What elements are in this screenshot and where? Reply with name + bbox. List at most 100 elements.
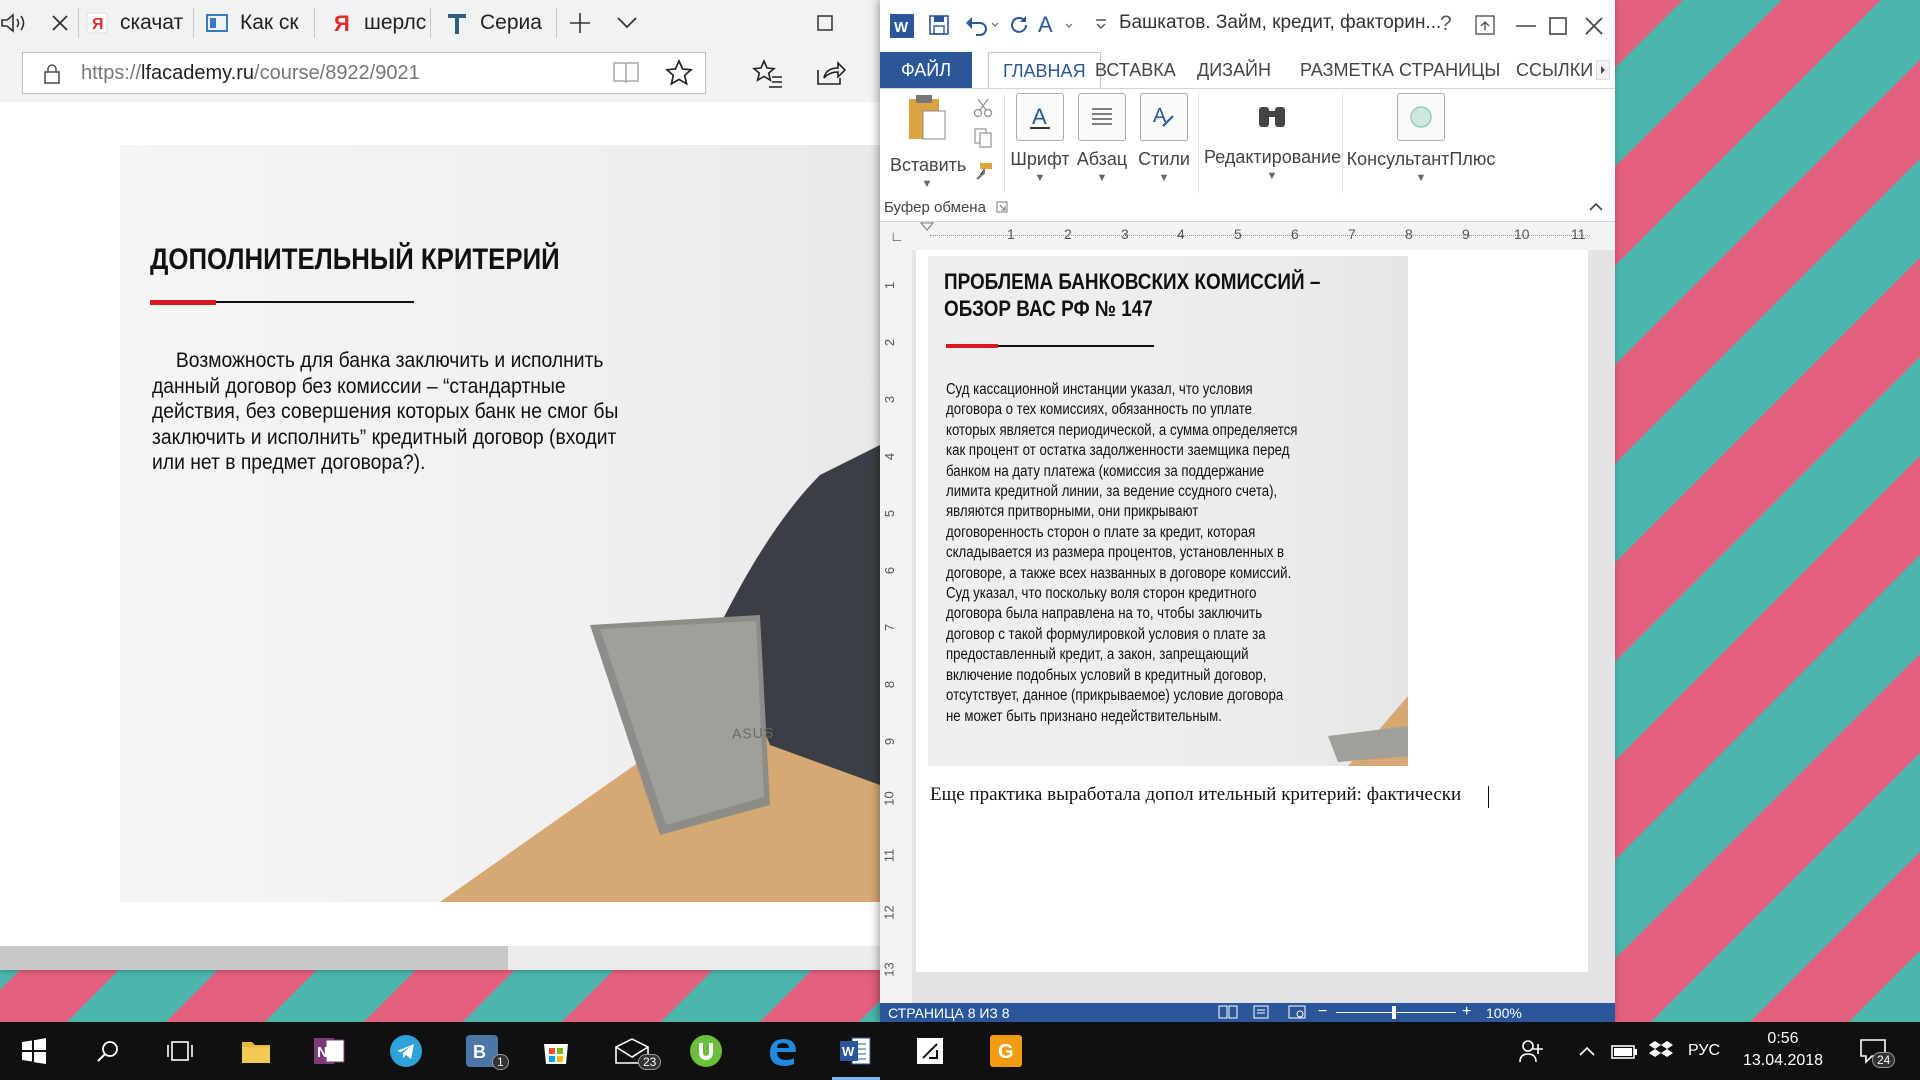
favorites-list-icon[interactable] <box>752 58 784 88</box>
tab-kak-sk[interactable]: Как ск <box>204 0 299 46</box>
mail-button[interactable]: 23 <box>602 1022 662 1080</box>
utorrent-button[interactable] <box>676 1022 736 1080</box>
font-group-button[interactable]: A Шрифт ▼ <box>1010 93 1070 184</box>
language-indicator[interactable]: РУС <box>1688 1022 1720 1080</box>
slide-body: Возможность для банка заключить и исполн… <box>152 349 619 474</box>
save-icon[interactable] <box>928 14 950 36</box>
undo-icon[interactable] <box>964 14 1000 36</box>
svg-text:Я: Я <box>334 12 350 34</box>
tab-seria[interactable]: Сериа <box>444 0 542 46</box>
ruler-number: 6 <box>882 566 898 575</box>
zoom-slider-thumb[interactable] <box>1392 1006 1396 1019</box>
dropbox-icon[interactable] <box>1648 1022 1674 1080</box>
new-tab-icon[interactable] <box>568 0 592 46</box>
clock[interactable]: 0:56 13.04.2018 <box>1738 1028 1828 1072</box>
tab-skachat[interactable]: Я скачат <box>84 0 183 46</box>
telegram-button[interactable] <box>376 1022 436 1080</box>
close-tab-icon[interactable] <box>50 0 70 46</box>
edge-button[interactable] <box>752 1022 812 1080</box>
zoom-slider[interactable] <box>1336 1012 1456 1013</box>
collapse-ribbon-icon[interactable] <box>1588 201 1604 213</box>
redo-icon[interactable] <box>1008 14 1030 36</box>
tab-selector-icon[interactable]: ∟ <box>890 228 904 244</box>
page-count[interactable]: СТРАНИЦА 8 ИЗ 8 <box>888 1005 1010 1021</box>
start-button[interactable] <box>4 1022 64 1080</box>
ruler-number: 7 <box>1348 226 1356 242</box>
tabs-scroll-right-icon[interactable] <box>1596 60 1610 80</box>
vertical-ruler[interactable]: 1 2 3 4 5 6 7 8 9 10 11 12 13 <box>880 250 912 1010</box>
task-view-icon <box>167 1041 193 1061</box>
tray-overflow-chevron-icon[interactable] <box>1578 1022 1596 1080</box>
pdf-editor-button[interactable]: G <box>976 1022 1036 1080</box>
zoom-in-icon[interactable]: + <box>1462 1003 1471 1021</box>
clipboard-group-label: Буфер обмена <box>884 199 986 216</box>
maximize-icon[interactable] <box>1548 16 1568 36</box>
battery-icon[interactable] <box>1610 1022 1638 1080</box>
embedded-slide-image[interactable]: ПРОБЛЕМА БАНКОВСКИХ КОМИССИЙ – ОБЗОР ВАС… <box>928 256 1408 766</box>
word-taskbar-button[interactable]: W <box>826 1022 886 1080</box>
consultant-plus-button[interactable]: КонсультантПлюс ▼ <box>1346 93 1496 184</box>
print-layout-icon[interactable] <box>1252 1005 1270 1019</box>
tab-sherls[interactable]: Я шерлс <box>328 0 426 46</box>
share-icon[interactable] <box>814 58 846 88</box>
zoom-out-icon[interactable]: − <box>1318 1003 1327 1021</box>
document-text[interactable]: Еще практика выработала допол ительный к… <box>930 784 1461 806</box>
clipboard-launcher-icon[interactable] <box>996 201 1008 213</box>
snipping-tool-button[interactable] <box>900 1022 960 1080</box>
vk-badge: 1 <box>492 1054 509 1070</box>
editing-group-button[interactable]: Редактирование ▼ <box>1204 93 1341 182</box>
paste-button[interactable]: Вставить ▼ <box>890 93 966 190</box>
tab-label: Сериа <box>480 11 542 34</box>
maximize-icon[interactable] <box>816 0 834 46</box>
audio-icon[interactable] <box>0 0 28 46</box>
close-icon[interactable] <box>1584 16 1604 36</box>
document-page[interactable]: ПРОБЛЕМА БАНКОВСКИХ КОМИССИЙ – ОБЗОР ВАС… <box>916 250 1588 972</box>
ruler-number: 11 <box>1571 226 1586 242</box>
reading-view-icon[interactable] <box>611 60 641 86</box>
ruler-number: 5 <box>882 509 898 518</box>
ribbon-display-icon[interactable] <box>1474 14 1496 36</box>
status-bar: СТРАНИЦА 8 ИЗ 8 − + 100% <box>880 1003 1615 1022</box>
text-cursor <box>1488 786 1489 808</box>
styles-group-button[interactable]: A Стили ▼ <box>1134 93 1194 184</box>
search-button[interactable] <box>78 1022 138 1080</box>
action-center-icon[interactable] <box>1858 1022 1888 1080</box>
read-mode-icon[interactable] <box>1218 1005 1238 1019</box>
cut-icon[interactable] <box>972 97 994 119</box>
indent-marker-icon[interactable] <box>920 222 934 236</box>
paragraph-group-button[interactable]: Абзац ▼ <box>1072 93 1132 184</box>
file-explorer-button[interactable] <box>226 1022 286 1080</box>
horizontal-ruler[interactable]: ∟ 1 2 3 4 5 6 7 8 9 10 11 <box>880 222 1615 250</box>
paragraph-icon <box>1078 93 1126 141</box>
tab-insert[interactable]: ВСТАВКА <box>1095 52 1176 88</box>
people-icon[interactable] <box>1518 1022 1546 1080</box>
favorite-star-icon[interactable] <box>665 59 693 87</box>
format-painter-icon[interactable] <box>972 161 994 183</box>
telegram-icon <box>390 1035 422 1067</box>
url-input[interactable]: https://lfacademy.ru/course/8922/9021 <box>22 52 706 94</box>
store-button[interactable] <box>526 1022 586 1080</box>
yandex-icon: Я <box>84 10 110 36</box>
browser-window: Я скачат Как ск Я шерлс Сериа https://lf… <box>0 0 880 970</box>
horizontal-scrollbar-track[interactable] <box>508 946 880 970</box>
zoom-level[interactable]: 100% <box>1486 1005 1522 1021</box>
help-icon[interactable]: ? <box>1440 12 1452 36</box>
taskbar: N B 1 23 W G РУС 0:56 13.04.2018 24 <box>0 1022 1920 1080</box>
minimize-icon[interactable] <box>1516 24 1536 28</box>
task-view-button[interactable] <box>150 1022 210 1080</box>
horizontal-scrollbar-thumb[interactable] <box>0 946 508 970</box>
copy-icon[interactable] <box>972 127 994 149</box>
tab-design[interactable]: ДИЗАЙН <box>1197 52 1271 88</box>
notification-badge: 24 <box>1872 1052 1896 1068</box>
font-color-quick-icon[interactable]: A <box>1036 12 1080 38</box>
tab-home[interactable]: ГЛАВНАЯ <box>988 52 1101 89</box>
vk-button[interactable]: B 1 <box>452 1022 512 1080</box>
tab-file[interactable]: ФАЙЛ <box>880 52 972 88</box>
tab-layout[interactable]: РАЗМЕТКА СТРАНИЦЫ <box>1300 52 1500 88</box>
tab-references[interactable]: ССЫЛКИ <box>1516 52 1593 88</box>
mail-badge: 23 <box>638 1054 662 1070</box>
customize-toolbar-icon[interactable] <box>1094 18 1108 30</box>
tab-list-chevron-icon[interactable] <box>616 0 638 46</box>
onenote-button[interactable]: N <box>300 1022 360 1080</box>
web-layout-icon[interactable] <box>1288 1005 1306 1019</box>
